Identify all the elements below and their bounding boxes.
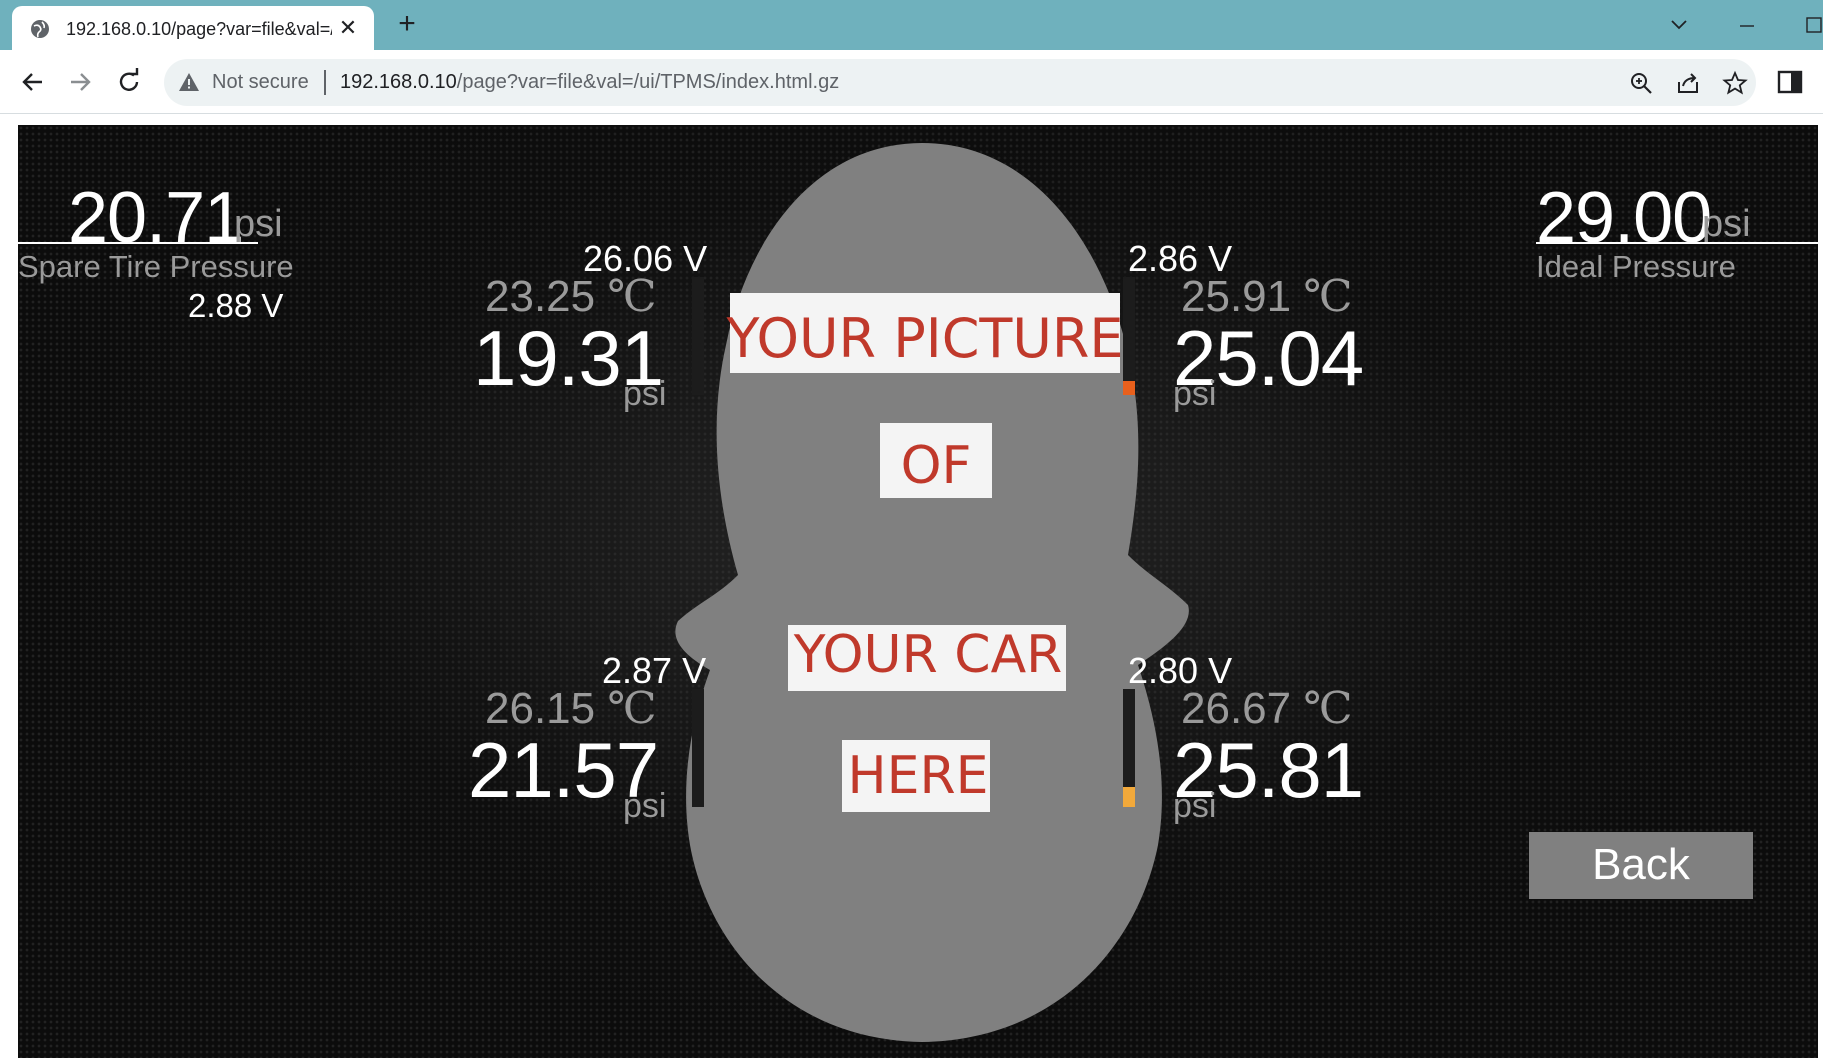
front-right-unit: psi <box>1173 375 1217 413</box>
browser-tab[interactable]: 192.168.0.10/page?var=file&val=/ui/TPMS/… <box>12 6 374 50</box>
rear-right-level-fill <box>1123 787 1135 807</box>
plus-icon[interactable]: + <box>390 8 424 42</box>
divider <box>324 70 326 95</box>
spare-pressure-unit: psi <box>234 203 283 245</box>
page-viewport: YOUR PICTURE OF YOUR CAR HERE 20.71 psi … <box>0 115 1823 1058</box>
warning-icon[interactable] <box>178 72 200 92</box>
zoom-icon[interactable] <box>1628 70 1654 96</box>
forward-arrow-icon[interactable] <box>61 63 99 101</box>
spare-voltage-unit: V <box>261 287 284 324</box>
rear-left-unit: psi <box>623 787 667 825</box>
placeholder-line-4: HERE <box>848 746 989 806</box>
divider <box>18 242 258 244</box>
placeholder-line-1: YOUR PICTURE <box>725 307 1123 370</box>
maximize-icon[interactable] <box>1795 10 1823 40</box>
close-icon[interactable]: ✕ <box>334 14 362 42</box>
url-text[interactable]: 192.168.0.10/page?var=file&val=/ui/TPMS/… <box>340 71 839 94</box>
chevron-down-icon[interactable] <box>1664 10 1694 40</box>
rear-right-unit: psi <box>1173 787 1217 825</box>
front-right-level-fill <box>1123 381 1135 395</box>
side-panel-icon[interactable] <box>1776 68 1804 96</box>
placeholder-line-2: OF <box>901 436 972 496</box>
tab-strip: 192.168.0.10/page?var=file&val=/ui/TPMS/… <box>0 0 1823 50</box>
spare-pressure-value: 20.71 <box>68 178 244 258</box>
url-path: /page?var=file&val=/ui/TPMS/index.html.g… <box>456 71 840 93</box>
car-silhouette <box>675 143 1189 1042</box>
back-button[interactable]: Back <box>1529 832 1753 899</box>
divider <box>1536 242 1818 244</box>
rear-right-level-bar <box>1123 689 1135 807</box>
address-bar[interactable]: Not secure 192.168.0.10/page?var=file&va… <box>164 59 1756 106</box>
url-host: 192.168.0.10 <box>340 71 457 93</box>
minimize-icon[interactable] <box>1732 10 1762 40</box>
browser-toolbar: Not secure 192.168.0.10/page?var=file&va… <box>0 50 1823 114</box>
rear-left-level-bar <box>692 689 704 807</box>
front-right-level-bar <box>1123 277 1135 395</box>
ideal-pressure-value: 29.00 <box>1536 178 1712 258</box>
ideal-pressure-unit: psi <box>1702 203 1751 245</box>
front-left-unit: psi <box>623 375 667 413</box>
back-arrow-icon[interactable] <box>14 63 52 101</box>
spare-label: Spare Tire Pressure <box>18 249 294 284</box>
globe-icon <box>31 20 49 38</box>
security-status[interactable]: Not secure <box>212 71 309 94</box>
share-icon[interactable] <box>1675 70 1701 96</box>
reload-icon[interactable] <box>110 63 148 101</box>
spare-voltage: 2.88 <box>188 287 253 324</box>
ideal-label: Ideal Pressure <box>1536 249 1736 284</box>
tpms-dashboard: YOUR PICTURE OF YOUR CAR HERE 20.71 psi … <box>18 125 1818 1058</box>
front-left-level-bar <box>692 277 704 395</box>
placeholder-line-3: YOUR CAR <box>793 625 1063 685</box>
tab-title: 192.168.0.10/page?var=file&val=/ui/TPMS/… <box>66 19 332 39</box>
star-icon[interactable] <box>1722 70 1748 96</box>
